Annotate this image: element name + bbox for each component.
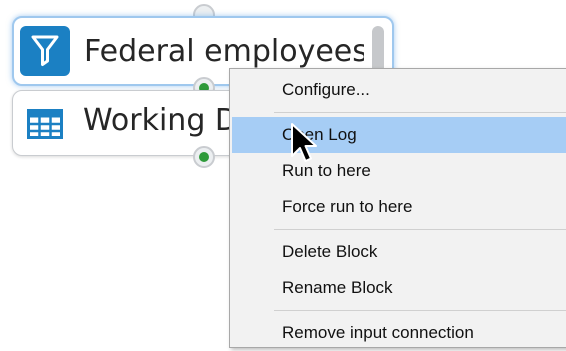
menu-item-rename-block[interactable]: Rename Block <box>232 270 566 306</box>
menu-separator <box>274 310 566 311</box>
menu-item-configure[interactable]: Configure... <box>232 72 566 108</box>
block-scrollbar[interactable] <box>372 26 384 74</box>
table-icon <box>27 109 63 143</box>
filter-icon <box>20 26 70 76</box>
workflow-canvas[interactable]: Federal employees Working D Configure...… <box>0 0 566 348</box>
menu-item-force-run-to-here[interactable]: Force run to here <box>232 189 566 225</box>
menu-item-remove-input-connection[interactable]: Remove input connection <box>232 315 566 351</box>
context-menu: Configure... Open Log Run to here Force … <box>229 68 566 348</box>
menu-separator <box>274 229 566 230</box>
menu-item-run-to-here[interactable]: Run to here <box>232 153 566 189</box>
menu-item-open-log[interactable]: Open Log <box>232 117 566 153</box>
menu-item-delete-block[interactable]: Delete Block <box>232 234 566 270</box>
menu-separator <box>274 112 566 113</box>
output-connector[interactable] <box>193 146 215 168</box>
block-title: Federal employees <box>84 34 364 69</box>
